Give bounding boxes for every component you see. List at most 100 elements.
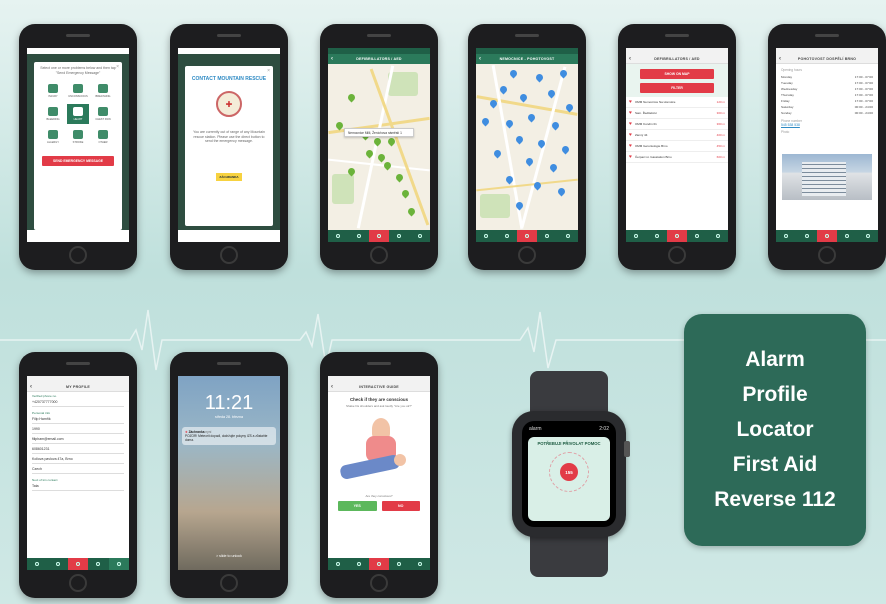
tab-info[interactable]: [537, 230, 557, 242]
aed-pin[interactable]: [394, 172, 405, 183]
tab-locator[interactable]: [796, 230, 816, 242]
list-item[interactable]: ♥ OMM Nemocnice Na Homolce 120 m: [626, 97, 728, 108]
yes-button[interactable]: YES: [338, 501, 377, 511]
back-icon[interactable]: ‹: [779, 56, 781, 62]
back-icon[interactable]: ‹: [479, 56, 481, 62]
tab-first-aid[interactable]: [27, 558, 47, 570]
email-field[interactable]: filipham@email.com: [32, 436, 124, 444]
show-on-map-button[interactable]: SHOW ON MAP: [640, 69, 714, 79]
aed-pin[interactable]: [346, 92, 357, 103]
filter-button[interactable]: FILTER: [640, 83, 714, 93]
hospital-pin[interactable]: [504, 118, 515, 129]
home-button[interactable]: [370, 574, 388, 592]
language-select[interactable]: Czech: [32, 466, 124, 474]
hospital-pin[interactable]: [498, 84, 509, 95]
tab-profile[interactable]: [708, 230, 728, 242]
slide-to-unlock[interactable]: > slide to unlock: [178, 554, 280, 558]
tab-alarm[interactable]: [666, 230, 688, 242]
hospital-pin[interactable]: [526, 112, 537, 123]
problem-item[interactable]: UNCONSCIOUS: [67, 81, 89, 101]
phone-field[interactable]: 608601231: [32, 446, 124, 454]
close-icon[interactable]: ×: [267, 68, 270, 74]
problem-item-selected[interactable]: HEART: [67, 104, 89, 125]
tab-first-aid[interactable]: [328, 230, 348, 242]
hospital-pin[interactable]: [560, 144, 571, 155]
tab-info[interactable]: [88, 558, 108, 570]
hospital-pin[interactable]: [508, 68, 519, 79]
tab-locator[interactable]: [348, 558, 368, 570]
tab-alarm[interactable]: [816, 230, 838, 242]
phone-number-link[interactable]: 545 538 538: [781, 123, 873, 127]
hospital-map[interactable]: [476, 64, 578, 230]
digital-crown[interactable]: [624, 441, 630, 457]
problem-item[interactable]: STROKE: [67, 127, 89, 147]
home-button[interactable]: [69, 574, 87, 592]
tab-info[interactable]: [389, 558, 409, 570]
year-field[interactable]: 1990: [32, 426, 124, 434]
tab-alarm[interactable]: [368, 230, 390, 242]
problem-item[interactable]: BREATHING: [92, 81, 114, 101]
hospital-pin[interactable]: [534, 72, 545, 83]
problem-item[interactable]: CHEST PAIN: [92, 104, 114, 124]
hospital-pin[interactable]: [548, 162, 559, 173]
tab-first-aid[interactable]: [776, 230, 796, 242]
problem-item[interactable]: OTHER: [92, 127, 114, 147]
tab-profile[interactable]: [858, 230, 878, 242]
home-button[interactable]: [220, 246, 238, 264]
send-emergency-button[interactable]: SEND EMERGENCY MESSAGE: [42, 156, 114, 167]
tab-first-aid[interactable]: [476, 230, 496, 242]
list-item[interactable]: ♥ Čerpací st. Gasstation Brno 600 m: [626, 152, 728, 163]
home-button[interactable]: [69, 246, 87, 264]
problem-item[interactable]: INJURY: [42, 81, 64, 101]
home-button[interactable]: [818, 246, 836, 264]
push-notification[interactable]: ✚ Záchranka nyní POZOR! Meteorit dopadl,…: [182, 427, 276, 446]
tab-first-aid[interactable]: [626, 230, 646, 242]
hospital-pin[interactable]: [514, 134, 525, 145]
aed-info-popup[interactable]: Nemocnice Milli, Ženíchova náměstí 1: [344, 128, 414, 137]
tab-locator[interactable]: [348, 230, 368, 242]
tab-alarm[interactable]: [368, 558, 390, 570]
home-button[interactable]: [518, 246, 536, 264]
list-item[interactable]: ♥ Sam. Ředitelství 300 m: [626, 108, 728, 119]
home-button[interactable]: [220, 574, 238, 592]
hospital-pin[interactable]: [518, 92, 529, 103]
hospital-pin[interactable]: [556, 186, 567, 197]
aed-pin[interactable]: [400, 188, 411, 199]
aed-map[interactable]: Nemocnice Milli, Ženíchova náměstí 1: [328, 64, 430, 230]
tab-profile[interactable]: [108, 558, 129, 570]
tab-profile[interactable]: [410, 230, 430, 242]
tab-info[interactable]: [687, 230, 707, 242]
hospital-pin[interactable]: [492, 148, 503, 159]
no-button[interactable]: NO: [381, 501, 420, 511]
tab-info[interactable]: [837, 230, 857, 242]
aed-pin[interactable]: [406, 206, 417, 217]
tab-profile[interactable]: [410, 558, 430, 570]
list-item[interactable]: ♥ Zanný 44 400 m: [626, 130, 728, 141]
tab-first-aid[interactable]: [328, 558, 348, 570]
hospital-pin[interactable]: [524, 156, 535, 167]
back-icon[interactable]: ‹: [331, 56, 333, 62]
problem-item[interactable]: BLEEDING: [42, 104, 64, 124]
back-icon[interactable]: ‹: [629, 56, 631, 62]
tab-info[interactable]: [389, 230, 409, 242]
home-button[interactable]: [668, 246, 686, 264]
problem-item[interactable]: ALLERGY: [42, 127, 64, 147]
list-item[interactable]: ♥ OMM Kundín 01 360 m: [626, 119, 728, 130]
aed-pin[interactable]: [382, 160, 393, 171]
address-field[interactable]: Koliova pavlova 47a, Brno: [32, 456, 124, 464]
list-item[interactable]: ♥ OMM Gerontologie Brno 450 m: [626, 141, 728, 152]
tab-alarm[interactable]: [67, 558, 89, 570]
tab-alarm[interactable]: [516, 230, 538, 242]
next-of-kin-field[interactable]: Tata: [32, 483, 124, 491]
tab-locator[interactable]: [47, 558, 67, 570]
verified-phone-field[interactable]: +420737777000: [32, 399, 124, 407]
close-icon[interactable]: ×: [116, 64, 119, 70]
name-field[interactable]: Filip Hamřík: [32, 416, 124, 424]
tab-locator[interactable]: [496, 230, 516, 242]
back-icon[interactable]: ‹: [30, 384, 32, 390]
aed-pin[interactable]: [376, 152, 387, 163]
tab-profile[interactable]: [558, 230, 578, 242]
back-icon[interactable]: ‹: [331, 384, 333, 390]
hospital-pin[interactable]: [550, 120, 561, 131]
tab-locator[interactable]: [646, 230, 666, 242]
